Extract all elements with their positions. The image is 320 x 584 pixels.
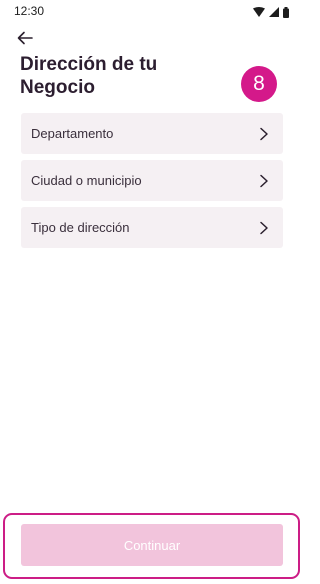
option-label: Departamento	[31, 126, 114, 141]
battery-icon	[283, 6, 289, 18]
status-time: 12:30	[14, 4, 45, 18]
chevron-right-icon	[259, 127, 269, 141]
city-selector[interactable]: Ciudad o municipio	[21, 160, 283, 201]
chevron-right-icon	[259, 174, 269, 188]
chevron-right-icon	[259, 221, 269, 235]
page-title: Dirección de tu Negocio	[20, 54, 158, 98]
department-selector[interactable]: Departamento	[21, 113, 283, 154]
continue-button[interactable]: Continuar	[21, 524, 283, 566]
status-bar: 12:30	[0, 0, 303, 24]
step-badge: 8	[241, 66, 277, 102]
address-type-selector[interactable]: Tipo de dirección	[21, 207, 283, 248]
option-label: Ciudad o municipio	[31, 173, 142, 188]
status-icons	[253, 6, 289, 18]
back-button[interactable]	[17, 29, 43, 51]
arrow-left-icon	[17, 31, 33, 50]
wifi-icon	[253, 7, 265, 17]
options-list: Departamento Ciudad o municipio Tipo de …	[21, 113, 283, 254]
signal-icon	[269, 7, 279, 17]
option-label: Tipo de dirección	[31, 220, 130, 235]
